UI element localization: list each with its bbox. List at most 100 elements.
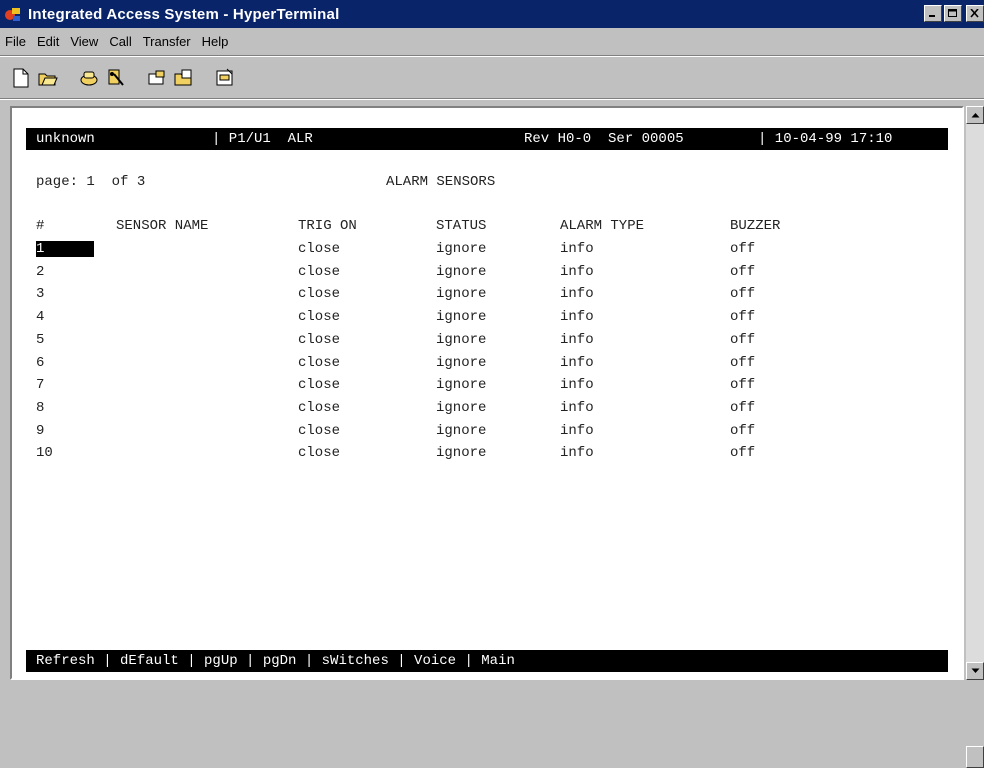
status-port: | P1/U1 ALR	[212, 131, 313, 147]
col-sensor-name: SENSOR NAME	[116, 218, 209, 234]
row-num: 5	[36, 331, 45, 348]
row-trig-on: close	[298, 331, 341, 348]
properties-icon[interactable]	[212, 65, 238, 91]
row-status: ignore	[436, 241, 487, 257]
col-status: STATUS	[436, 218, 487, 234]
disconnect-icon[interactable]	[103, 65, 129, 91]
table-row[interactable]: 2 close ignore info off	[36, 264, 936, 286]
row-status: ignore	[436, 399, 487, 416]
row-alarm-type: info	[560, 377, 594, 394]
new-icon[interactable]	[8, 65, 34, 91]
row-num: 4	[36, 309, 45, 326]
open-icon[interactable]	[35, 65, 61, 91]
row-buzzer: off	[730, 241, 756, 257]
col-num: #	[36, 218, 45, 234]
window-title: Integrated Access System - HyperTerminal	[28, 5, 340, 23]
row-num: 3	[36, 286, 45, 303]
row-buzzer: off	[730, 263, 756, 280]
title-bar[interactable]: Integrated Access System - HyperTerminal	[0, 0, 984, 28]
scroll-up-button[interactable]	[966, 106, 984, 124]
toolbar-bottom-separator	[0, 98, 984, 100]
row-status: ignore	[436, 354, 487, 371]
col-trig-on: TRIG ON	[298, 218, 357, 234]
row-status: ignore	[436, 309, 487, 326]
menu-bar: File Edit View Call Transfer Help	[0, 30, 984, 52]
close-button[interactable]	[966, 5, 984, 22]
row-status: ignore	[436, 286, 487, 303]
col-buzzer: BUZZER	[730, 218, 781, 234]
row-trig-on: close	[298, 241, 341, 257]
table-row[interactable]: 10 close ignore info off	[36, 445, 936, 467]
toolbar-separator	[0, 55, 984, 57]
row-num: 9	[36, 422, 45, 439]
row-buzzer: off	[730, 286, 756, 303]
row-status: ignore	[436, 263, 487, 280]
command-bar: Refresh | dEfault | pgUp | pgDn | sWitch…	[26, 650, 948, 672]
receive-icon[interactable]	[171, 65, 197, 91]
vertical-scrollbar[interactable]	[966, 106, 984, 768]
row-alarm-type: info	[560, 331, 594, 348]
maximize-button[interactable]	[944, 5, 962, 22]
minimize-button[interactable]	[924, 5, 942, 22]
hyperterminal-window: Integrated Access System - HyperTerminal…	[0, 0, 984, 768]
row-status: ignore	[436, 422, 487, 439]
row-trig-on: close	[298, 263, 341, 280]
menu-edit[interactable]: Edit	[32, 34, 65, 49]
row-alarm-type: info	[560, 241, 594, 257]
status-site: unknown	[36, 131, 95, 147]
table-row[interactable]: 9 close ignore info off	[36, 423, 936, 445]
row-alarm-type: info	[560, 309, 594, 326]
row-alarm-type: info	[560, 399, 594, 416]
hyperterminal-icon[interactable]	[4, 5, 22, 23]
table-row[interactable]: 1 close ignore info off	[36, 241, 936, 263]
table-row[interactable]: 7 close ignore info off	[36, 377, 936, 399]
row-buzzer: off	[730, 422, 756, 439]
row-trig-on: close	[298, 422, 341, 439]
row-trig-on: close	[298, 445, 341, 462]
table-header: # SENSOR NAME TRIG ON STATUS ALARM TYPE …	[36, 218, 936, 240]
menu-transfer[interactable]: Transfer	[138, 34, 197, 49]
row-trig-on: close	[298, 399, 341, 416]
row-trig-on: close	[298, 377, 341, 394]
row-alarm-type: info	[560, 286, 594, 303]
cursor-cell[interactable]: 1	[36, 241, 94, 257]
table-row[interactable]: 4 close ignore info off	[36, 309, 936, 331]
send-icon[interactable]	[144, 65, 170, 91]
table-row[interactable]: 3 close ignore info off	[36, 286, 936, 308]
row-num: 7	[36, 377, 45, 394]
status-datetime: | 10-04-99 17:10	[758, 131, 893, 147]
row-trig-on: close	[298, 354, 341, 371]
row-alarm-type: info	[560, 263, 594, 280]
connect-icon[interactable]	[76, 65, 102, 91]
menu-view[interactable]: View	[65, 34, 104, 49]
row-buzzer: off	[730, 331, 756, 348]
row-status: ignore	[436, 445, 487, 462]
row-trig-on: close	[298, 286, 341, 303]
row-status: ignore	[436, 377, 487, 394]
table-row[interactable]: 6 close ignore info off	[36, 355, 936, 377]
toolbar	[8, 62, 239, 94]
col-alarm-type: ALARM TYPE	[560, 218, 645, 234]
row-trig-on: close	[298, 309, 341, 326]
table-row[interactable]: 8 close ignore info off	[36, 400, 936, 422]
row-alarm-type: info	[560, 354, 594, 371]
scroll-thumb[interactable]	[966, 746, 984, 768]
row-buzzer: off	[730, 309, 756, 326]
row-alarm-type: info	[560, 422, 594, 439]
row-status: ignore	[436, 331, 487, 348]
table-row[interactable]: 5 close ignore info off	[36, 332, 936, 354]
row-num: 8	[36, 399, 45, 416]
menu-help[interactable]: Help	[197, 34, 235, 49]
terminal-status-bar: unknown | P1/U1 ALR Rev H0-0 Ser 00005 |…	[26, 128, 948, 150]
row-alarm-type: info	[560, 445, 594, 462]
menu-call[interactable]: Call	[104, 34, 137, 49]
row-buzzer: off	[730, 377, 756, 394]
row-num: 2	[36, 263, 45, 280]
screen-title: ALARM SENSORS	[386, 174, 496, 190]
menu-file[interactable]: File	[0, 34, 32, 49]
row-buzzer: off	[730, 445, 756, 462]
row-num: 10	[36, 445, 53, 462]
scroll-down-button[interactable]	[966, 662, 984, 680]
row-num: 6	[36, 354, 45, 371]
row-buzzer: off	[730, 399, 756, 416]
